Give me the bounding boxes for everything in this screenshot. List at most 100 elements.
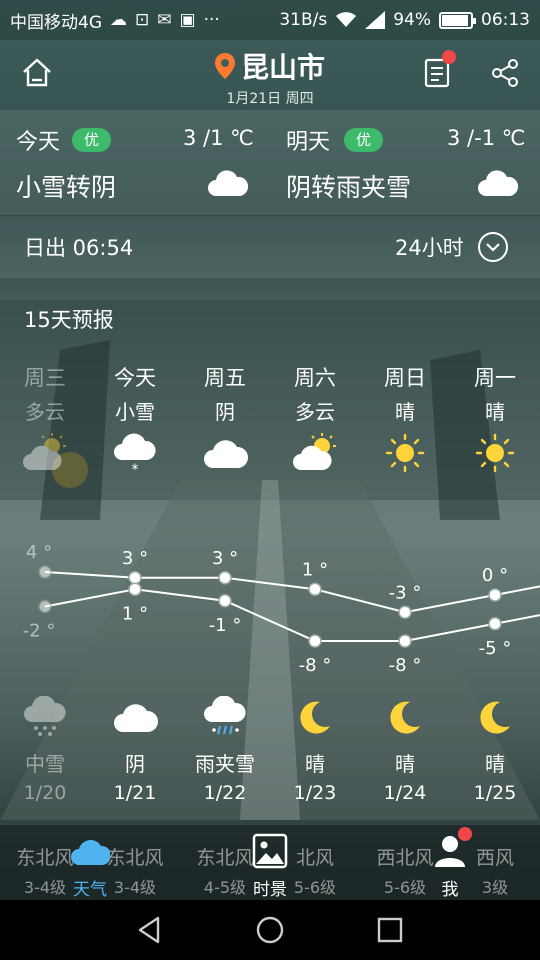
weekday-label: 周一 — [474, 366, 516, 390]
date-label: 1/24 — [383, 782, 427, 804]
low-temp-point — [38, 599, 52, 614]
low-temp-point — [398, 634, 412, 648]
low-temp-label: 1 ° — [122, 603, 148, 624]
day-condition: 晴 — [485, 400, 505, 424]
temperature-chart: 4 ° 3 ° 3 ° 1 ° -3 ° 0 ° -2 ° 1 ° -1 ° -8 ° -8 ° -5… — [23, 542, 540, 676]
hourly-label: 24小时 — [395, 236, 464, 260]
high-temp-label: 3 ° — [212, 548, 238, 569]
low-temp-point — [218, 594, 232, 608]
low-temp-label: -1 ° — [209, 615, 242, 636]
low-temp-label: -5 ° — [479, 638, 512, 659]
me-badge — [458, 827, 472, 841]
tab-me[interactable]: 我 — [405, 825, 495, 900]
tab-scenery[interactable]: 时景 — [225, 825, 315, 900]
svg-text:*: * — [132, 462, 139, 474]
high-temp-label: 0 ° — [482, 565, 508, 586]
low-temp-line — [44, 588, 540, 642]
carrier-label: 中国移动4G — [10, 12, 102, 33]
app-status-icon: ✉ — [157, 10, 172, 30]
light-snow-icon: * — [114, 433, 156, 474]
cloud-icon — [478, 170, 519, 196]
high-temp-point — [398, 605, 412, 619]
tab-me-label: 我 — [441, 880, 459, 900]
location-block[interactable]: 昆山市 1月21日 周四 — [0, 46, 540, 108]
share-icon[interactable] — [490, 58, 520, 88]
night-condition: 中雪 — [25, 752, 65, 776]
day-condition: 晴 — [395, 400, 415, 424]
low-temp-label: -8 ° — [389, 655, 422, 676]
day-condition: 多云 — [295, 400, 335, 424]
cloud-icon — [114, 704, 158, 732]
low-temp-label: -8 ° — [299, 655, 332, 676]
tab-weather-label: 天气 — [73, 880, 107, 900]
location-pin-icon — [214, 53, 235, 79]
high-temp-point — [128, 571, 142, 585]
weekday-label: 今天 — [114, 366, 156, 390]
signal-icon — [365, 11, 386, 29]
low-temp-point — [488, 617, 502, 631]
image-tab-icon — [252, 833, 288, 869]
date-label: 1/25 — [473, 782, 517, 804]
date-label: 1/20 — [23, 782, 67, 804]
sunrise-label: 日出 06:54 — [24, 236, 134, 260]
night-condition: 晴 — [485, 752, 505, 776]
cloud-icon — [204, 440, 248, 468]
weekday-label: 周六 — [294, 366, 336, 390]
wifi-icon — [336, 12, 357, 27]
moon-icon — [390, 701, 420, 734]
battery-icon — [439, 11, 476, 29]
today-label: 今天 — [16, 130, 61, 155]
city-name: 昆山市 — [240, 51, 325, 84]
tab-scenery-label: 时景 — [253, 880, 287, 900]
low-temp-point — [308, 634, 322, 648]
weekday-label: 周日 — [384, 366, 426, 390]
tab-weather[interactable]: 天气 — [45, 825, 135, 900]
tomorrow-block[interactable]: 明天 优 3 /-1 ℃ 阴转雨夹雪 — [270, 110, 540, 215]
night-condition: 晴 — [305, 752, 325, 776]
tomorrow-label: 明天 — [286, 130, 331, 155]
high-temp-label: 3 ° — [122, 548, 148, 569]
aqi-badge-today: 优 — [72, 128, 112, 152]
back-icon[interactable] — [134, 914, 166, 946]
forecast-title: 15天预报 — [24, 308, 114, 332]
weekday-label: 周三 — [24, 366, 66, 390]
today-tomorrow-panel[interactable]: 今天 优 3 /1 ℃ 小雪转阴 明天 优 3 /-1 ℃ 阴转雨夹雪 — [0, 110, 540, 215]
cloud-status-icon: ☁ — [110, 10, 127, 30]
home-nav-icon[interactable] — [254, 914, 286, 946]
moon-icon — [480, 701, 510, 734]
sun-icon — [475, 433, 515, 473]
sunrise-panel: 日出 06:54 24小时 — [0, 216, 540, 278]
sun-icon — [385, 433, 425, 473]
high-temp-point — [38, 565, 52, 579]
snow-cloud-icon — [24, 696, 66, 736]
cloud-icon — [208, 170, 249, 196]
night-condition: 阴 — [125, 752, 145, 776]
date-label: 1月21日 周四 — [226, 91, 314, 107]
sleet-icon — [204, 696, 246, 735]
low-temp-label: -2 ° — [23, 621, 56, 642]
high-temp-point — [488, 588, 502, 602]
partly-cloudy-icon — [23, 433, 66, 470]
more-icon: ··· — [203, 10, 220, 30]
aqi-badge-tomorrow: 优 — [344, 128, 384, 152]
high-temp-label: -3 ° — [389, 582, 422, 603]
today-block[interactable]: 今天 优 3 /1 ℃ 小雪转阴 — [0, 110, 270, 215]
partly-cloudy-icon — [293, 433, 336, 470]
high-temp-point — [308, 582, 322, 596]
tomorrow-condition: 阴转雨夹雪 — [286, 173, 412, 202]
today-condition: 小雪转阴 — [16, 173, 117, 202]
hourly-forecast-button[interactable]: 24小时 — [395, 232, 508, 262]
day-condition: 多云 — [25, 400, 65, 424]
news-badge — [442, 50, 456, 64]
night-condition: 晴 — [395, 752, 415, 776]
system-nav-bar — [0, 900, 540, 960]
header: 昆山市 1月21日 周四 — [0, 40, 540, 108]
recents-icon[interactable] — [374, 914, 406, 946]
day-condition: 小雪 — [115, 400, 155, 424]
battery-saver-icon: ▣ — [179, 10, 196, 30]
net-speed: 31B/s — [279, 10, 328, 30]
chevron-down-icon — [477, 232, 508, 262]
low-temp-point — [128, 582, 142, 596]
status-bar: 中国移动4G ☁ ⊡ ✉ ▣ ··· 31B/s 94% 06:13 — [0, 0, 540, 40]
battery-percent: 94% — [393, 10, 431, 30]
